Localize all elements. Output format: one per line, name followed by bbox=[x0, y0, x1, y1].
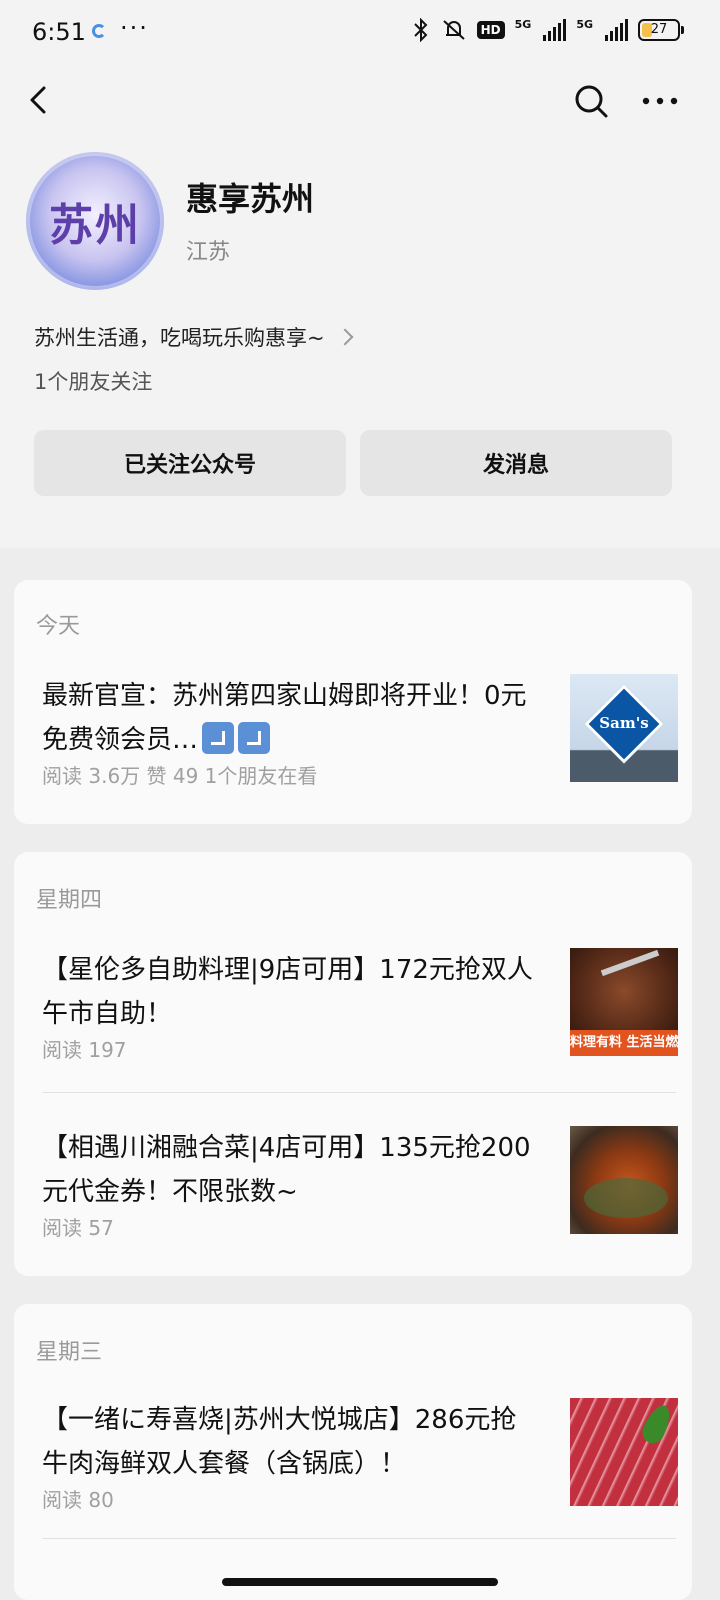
arrow-emoji-icon bbox=[238, 722, 271, 754]
network-type-2: 5G bbox=[576, 18, 593, 31]
thumb-decoration bbox=[600, 949, 660, 977]
status-time: 6:51 bbox=[32, 18, 86, 46]
divider bbox=[42, 1092, 676, 1093]
send-message-button[interactable]: 发消息 bbox=[360, 430, 672, 496]
back-icon[interactable] bbox=[22, 82, 58, 118]
signal-icon bbox=[543, 19, 567, 41]
article-item[interactable]: 【相遇川湘融合菜|4店可用】135元抢200元代金券！不限张数~ 阅读 57 bbox=[42, 1126, 678, 1246]
account-description[interactable]: 苏州生活通，吃喝玩乐购惠享~ bbox=[34, 322, 354, 352]
account-region: 江苏 bbox=[186, 240, 231, 265]
loading-icon bbox=[92, 24, 106, 38]
more-options-icon[interactable] bbox=[640, 86, 680, 116]
article-item[interactable]: 最新官宣：苏州第四家山姆即将开业！0元免费领会员… 阅读 3.6万 赞 49 1… bbox=[42, 674, 678, 794]
mute-icon bbox=[442, 20, 465, 40]
followed-button[interactable]: 已关注公众号 bbox=[34, 430, 346, 496]
article-meta: 阅读 80 bbox=[42, 1488, 114, 1512]
group-date: 星期四 bbox=[36, 888, 103, 913]
article-item[interactable]: 【星伦多自助料理|9店可用】172元抢双人午市自助！ 阅读 197 料理有料 生… bbox=[42, 948, 678, 1068]
article-group-thursday: 星期四 【星伦多自助料理|9店可用】172元抢双人午市自助！ 阅读 197 料理… bbox=[14, 852, 692, 1276]
article-thumbnail: 料理有料 生活当燃 bbox=[570, 948, 678, 1056]
thumb-decoration bbox=[584, 1178, 668, 1218]
group-date: 今天 bbox=[36, 614, 81, 639]
article-title: 最新官宣：苏州第四家山姆即将开业！0元免费领会员… bbox=[42, 674, 542, 762]
search-icon[interactable] bbox=[572, 82, 610, 120]
thumb-decoration bbox=[638, 1401, 676, 1447]
article-meta: 阅读 57 bbox=[42, 1216, 114, 1240]
article-thumbnail bbox=[570, 1398, 678, 1506]
article-thumbnail: Sam's bbox=[570, 674, 678, 782]
battery-level: 27 bbox=[650, 22, 668, 37]
description-text: 苏州生活通，吃喝玩乐购惠享~ bbox=[34, 326, 325, 350]
article-group-wednesday: 星期三 【一绪に寿喜烧|苏州大悦城店】286元抢牛肉海鲜双人套餐（含锅底）！ 阅… bbox=[14, 1304, 692, 1600]
friends-following: 1个朋友关注 bbox=[34, 370, 153, 394]
avatar-text: 苏州 bbox=[49, 200, 141, 251]
article-meta: 阅读 197 bbox=[42, 1038, 127, 1062]
article-title: 【相遇川湘融合菜|4店可用】135元抢200元代金券！不限张数~ bbox=[42, 1133, 531, 1207]
battery-icon: 27 bbox=[638, 19, 684, 41]
thumb-caption: 料理有料 生活当燃 bbox=[570, 1030, 678, 1056]
article-thumbnail bbox=[570, 1126, 678, 1234]
thumb-logo-text: Sam's bbox=[599, 714, 649, 732]
divider bbox=[42, 1538, 676, 1539]
network-type-1: 5G bbox=[514, 18, 532, 31]
chevron-right-icon bbox=[336, 328, 354, 346]
avatar[interactable]: 苏州 bbox=[26, 152, 164, 290]
account-name: 惠享苏州 bbox=[186, 180, 315, 218]
article-meta: 阅读 3.6万 赞 49 1个朋友在看 bbox=[42, 764, 318, 788]
arrow-emoji-icon bbox=[202, 722, 235, 754]
article-group-today: 今天 最新官宣：苏州第四家山姆即将开业！0元免费领会员… 阅读 3.6万 赞 4… bbox=[14, 580, 692, 824]
home-indicator[interactable] bbox=[222, 1578, 498, 1586]
group-date: 星期三 bbox=[36, 1340, 103, 1365]
article-title: 【一绪に寿喜烧|苏州大悦城店】286元抢牛肉海鲜双人套餐（含锅底）！ bbox=[42, 1405, 517, 1479]
status-bar: 6:51 ··· HD 5G 5G 27 bbox=[0, 0, 720, 66]
signal-icon-2 bbox=[605, 19, 628, 41]
hd-badge: HD bbox=[476, 21, 505, 39]
article-title-text: 最新官宣：苏州第四家山姆即将开业！0元免费领会员… bbox=[42, 681, 527, 755]
bluetooth-icon bbox=[413, 18, 428, 42]
notification-more-icon: ··· bbox=[120, 14, 149, 42]
article-item[interactable]: 【一绪に寿喜烧|苏州大悦城店】286元抢牛肉海鲜双人套餐（含锅底）！ 阅读 80 bbox=[42, 1398, 678, 1518]
article-title: 【星伦多自助料理|9店可用】172元抢双人午市自助！ bbox=[42, 955, 533, 1029]
